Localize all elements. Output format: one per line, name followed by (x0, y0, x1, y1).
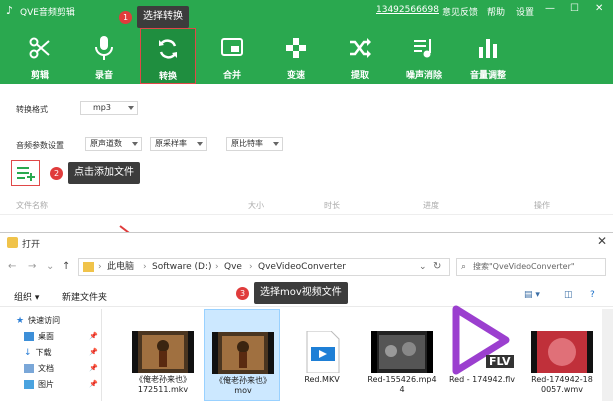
search-placeholder: 搜索"QveVideoConverter" (473, 262, 575, 271)
nav-documents[interactable]: 文档 (24, 363, 54, 374)
download-icon: ↓ (24, 348, 32, 358)
star-icon: ★ (16, 316, 25, 326)
up-arrow-icon[interactable]: ↑ (62, 261, 70, 272)
pin-icon: 📌 (89, 364, 98, 372)
new-folder-button[interactable]: 新建文件夹 (62, 290, 107, 303)
refresh-icon[interactable]: ↻ (433, 261, 441, 272)
file-name: 《俺老孙来也》 (135, 375, 191, 384)
step-3-badge: 3 (236, 287, 249, 300)
close-icon[interactable]: ✕ (597, 234, 607, 248)
nav-downloads[interactable]: ↓ 下载 (24, 347, 52, 358)
search-input[interactable]: ⌕ 搜索"QveVideoConverter" (456, 258, 606, 276)
video-thumbnail-icon (531, 331, 593, 373)
file-name: Red-155426.mp4 (367, 375, 437, 384)
pin-icon: 📌 (89, 348, 98, 356)
file-name: Red.MKV (304, 375, 340, 384)
video-thumbnail-icon (212, 332, 274, 374)
file-name-line2: mov (234, 386, 252, 395)
folder-icon (83, 262, 94, 272)
file-list-scrollbar[interactable] (602, 309, 613, 401)
file-name: Red - 174942.flv (448, 375, 516, 384)
folder-icon (7, 237, 18, 248)
breadcrumb-separator: › (143, 262, 147, 272)
file-name-line2: 0057.wmv (541, 385, 583, 394)
media-file-icon (306, 331, 340, 373)
nav-pictures[interactable]: 图片 (24, 379, 54, 390)
chevron-down-icon[interactable]: ⌄ (46, 261, 54, 272)
qve-audio-editor-window: ♪ QVE音频剪辑 13492566698 意见反馈 帮助 设置 — ☐ ✕ 剪… (0, 0, 613, 401)
pin-icon: 📌 (89, 380, 98, 388)
pin-icon: 📌 (89, 332, 98, 340)
breadcrumb-separator: › (249, 262, 253, 272)
search-icon: ⌕ (461, 262, 467, 272)
file-name: 《俺老孙来也》 (215, 376, 271, 385)
file-item[interactable]: Red-174942-18 0057.wmv (524, 309, 600, 401)
step-3-tooltip: 选择mov视频文件 (254, 282, 348, 304)
video-thumbnail-icon (132, 331, 194, 373)
breadcrumb-item[interactable]: Software (D:) (152, 259, 212, 275)
address-bar: ← → ⌄ ↑ › 此电脑 › Software (D:) › Qve › Qv… (0, 255, 613, 279)
file-item[interactable]: FLV Red - 174942.flv (444, 305, 520, 401)
help-icon[interactable]: ? (590, 290, 595, 300)
view-options-icon[interactable]: ▤ ▾ (524, 290, 540, 300)
file-item[interactable]: Red.MKV (284, 309, 360, 401)
file-name-line2: 172511.mkv (137, 385, 189, 394)
dialog-title-bar: 打开 ✕ (0, 233, 613, 253)
file-name: Red-174942-18 (531, 375, 593, 384)
file-name-line2: 4 (399, 385, 405, 394)
back-arrow-icon[interactable]: ← (8, 261, 16, 272)
breadcrumb-separator: › (98, 262, 102, 272)
flv-badge: FLV (486, 355, 514, 368)
breadcrumb[interactable]: › 此电脑 › Software (D:) › Qve › QveVideoCo… (78, 258, 450, 276)
breadcrumb-item[interactable]: QveVideoConverter (258, 259, 346, 275)
file-list: 《俺老孙来也》 172511.mkv 《俺老孙来也》 mov Red.MKV R… (103, 305, 603, 401)
dialog-title: 打开 (22, 240, 41, 250)
file-item[interactable]: Red-155426.mp4 4 (364, 309, 440, 401)
file-item[interactable]: 《俺老孙来也》 172511.mkv (125, 309, 201, 401)
picture-icon (24, 380, 34, 389)
file-item-selected[interactable]: 《俺老孙来也》 mov (204, 309, 280, 401)
desktop-icon (24, 332, 34, 341)
nav-desktop[interactable]: 桌面 (24, 331, 54, 342)
breadcrumb-item[interactable]: Qve (224, 259, 242, 275)
breadcrumb-item[interactable]: 此电脑 (107, 259, 134, 275)
organize-button[interactable]: 组织 ▾ (14, 290, 39, 303)
preview-pane-icon[interactable]: ◫ (564, 290, 573, 300)
nav-quick-access[interactable]: ★ 快速访问 (16, 315, 60, 326)
navigation-pane: ★ 快速访问 桌面 📌 ↓ 下载 📌 文档 📌 图片 📌 (0, 309, 102, 401)
video-thumbnail-icon (371, 331, 433, 373)
chevron-down-icon[interactable]: ⌄ (419, 259, 427, 275)
breadcrumb-separator: › (215, 262, 219, 272)
forward-arrow-icon[interactable]: → (28, 261, 36, 272)
document-icon (24, 364, 34, 373)
open-file-dialog: 打开 ✕ ← → ⌄ ↑ › 此电脑 › Software (D:) › Qve… (0, 232, 613, 401)
